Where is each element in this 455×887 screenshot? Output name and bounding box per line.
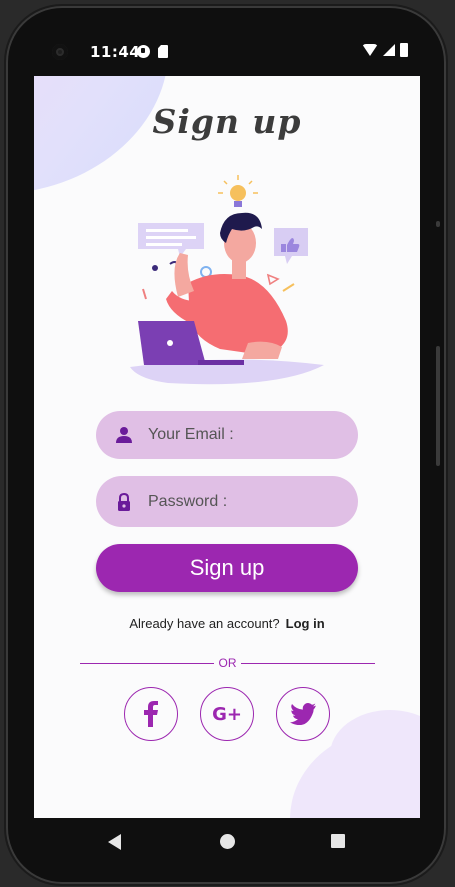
- account-prompt-text: Already have an account?: [129, 616, 280, 631]
- google-plus-icon: G+: [212, 703, 242, 725]
- google-plus-button[interactable]: G+: [200, 687, 254, 741]
- sd-card-icon: [158, 45, 168, 58]
- or-divider: OR: [80, 656, 375, 670]
- facebook-button[interactable]: [124, 687, 178, 741]
- password-input[interactable]: [148, 476, 358, 527]
- status-time: 11:44: [90, 43, 141, 61]
- power-button: [436, 221, 440, 227]
- divider-line-right: [241, 663, 375, 664]
- notification-icon: [137, 45, 150, 58]
- decor-blob-bottom-right: [290, 710, 420, 818]
- sign-up-button[interactable]: Sign up: [96, 544, 358, 592]
- signal-icon: [383, 44, 395, 56]
- home-icon[interactable]: [220, 834, 235, 849]
- facebook-icon: [144, 701, 158, 727]
- signup-illustration: [130, 175, 324, 385]
- login-prompt: Already have an account? Log in: [34, 616, 420, 631]
- status-bar: 11:44: [34, 36, 420, 68]
- email-input[interactable]: [148, 411, 358, 459]
- app-screen: Sign up Your Email: Sign up Already hav…: [34, 76, 420, 818]
- system-nav-bar: [34, 818, 420, 866]
- recent-apps-icon[interactable]: [331, 834, 345, 848]
- wifi-icon: [362, 44, 378, 56]
- page-title: Sign up: [152, 102, 302, 141]
- volume-button: [436, 346, 440, 466]
- twitter-icon: [290, 703, 316, 725]
- back-icon[interactable]: [108, 834, 121, 850]
- front-camera: [52, 44, 68, 60]
- twitter-button[interactable]: [276, 687, 330, 741]
- lock-icon: [118, 492, 130, 511]
- person-icon: [116, 427, 132, 443]
- log-in-link[interactable]: Log in: [286, 616, 325, 631]
- password-field[interactable]: [96, 476, 358, 527]
- battery-icon: [400, 43, 408, 57]
- email-field[interactable]: [96, 411, 358, 459]
